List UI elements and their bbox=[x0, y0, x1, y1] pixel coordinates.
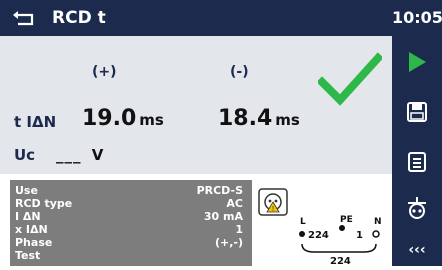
param-key: x IΔN bbox=[15, 223, 48, 236]
uc-label: Uc bbox=[14, 146, 36, 164]
terminal-pe-dot bbox=[339, 225, 345, 231]
param-key: Test bbox=[15, 249, 41, 262]
save-button[interactable] bbox=[392, 90, 442, 134]
terminal-diagram-graphic: L PE N 224 1 224 bbox=[299, 215, 382, 267]
trip-time-negative-value: 18.4 bbox=[218, 106, 273, 131]
pass-check-icon bbox=[318, 52, 382, 106]
more-button[interactable]: ‹‹‹ bbox=[392, 234, 442, 266]
param-row: x IΔN 1 bbox=[15, 223, 243, 237]
trip-time-positive: 19.0 ms bbox=[82, 106, 164, 131]
param-row: I ΔN 30 mA bbox=[15, 210, 243, 224]
save-icon bbox=[407, 102, 427, 122]
l-n-bracket bbox=[301, 243, 377, 253]
param-value: (+,-) bbox=[214, 236, 243, 249]
param-row: Use PRCD-S bbox=[15, 184, 243, 198]
parameters-panel[interactable]: Use PRCD-S RCD type AC I ΔN 30 mA x IΔN 1 Ph… bbox=[10, 180, 252, 266]
parameters-button[interactable] bbox=[392, 140, 442, 184]
uc-value: ___ V bbox=[56, 146, 104, 164]
terminal-n-label: N bbox=[374, 217, 382, 227]
param-value: 30 mA bbox=[203, 210, 243, 223]
polarity-negative-label: (-) bbox=[230, 64, 249, 80]
unit-label: ms bbox=[275, 111, 300, 129]
uc-value-text: ___ bbox=[56, 146, 82, 164]
screen-title: RCD t bbox=[52, 8, 106, 28]
param-value: AC bbox=[226, 197, 243, 210]
trip-time-positive-value: 19.0 bbox=[82, 106, 137, 131]
param-key: Phase bbox=[15, 236, 53, 249]
polarity-positive-label: (+) bbox=[92, 64, 117, 80]
param-value: PRCD-S bbox=[196, 184, 243, 197]
param-row: Phase (+,-) bbox=[15, 236, 243, 250]
param-key: I ΔN bbox=[15, 210, 41, 223]
back-icon[interactable] bbox=[12, 9, 38, 27]
right-toolbar: 10:05 ‹‹‹ bbox=[392, 0, 442, 266]
uc-unit: V bbox=[91, 146, 105, 164]
terminal-l-dot bbox=[299, 231, 305, 237]
terminal-voltage-diagram: L PE N 224 1 224 bbox=[294, 212, 390, 267]
trip-time-label: t IΔN bbox=[14, 113, 57, 131]
terminal-n-dot bbox=[372, 230, 380, 238]
probe-warning-icon: ! bbox=[258, 188, 288, 216]
list-icon bbox=[408, 152, 426, 172]
svg-text:!: ! bbox=[272, 205, 275, 213]
uc-row: Uc ___ V bbox=[0, 136, 392, 174]
divider bbox=[0, 174, 392, 178]
start-test-button[interactable] bbox=[392, 40, 442, 84]
param-row: RCD type AC bbox=[15, 197, 243, 211]
unit-label: ms bbox=[139, 111, 164, 129]
voltage-pe-n: 1 bbox=[356, 230, 363, 241]
terminal-pe-label: PE bbox=[340, 215, 353, 225]
param-row: Test bbox=[15, 249, 243, 263]
probe-button[interactable] bbox=[392, 186, 442, 230]
trip-time-negative: 18.4 ms bbox=[218, 106, 300, 131]
voltage-l-n: 224 bbox=[330, 256, 351, 266]
param-value: 1 bbox=[235, 223, 243, 236]
terminal-l-label: L bbox=[300, 217, 306, 227]
probe-icon bbox=[408, 197, 426, 219]
voltage-l-pe: 224 bbox=[308, 230, 329, 241]
param-key: RCD type bbox=[15, 197, 73, 210]
play-icon bbox=[409, 52, 426, 72]
title-bar: RCD t bbox=[0, 0, 392, 36]
param-key: Use bbox=[15, 184, 38, 197]
clock: 10:05 bbox=[392, 8, 442, 27]
